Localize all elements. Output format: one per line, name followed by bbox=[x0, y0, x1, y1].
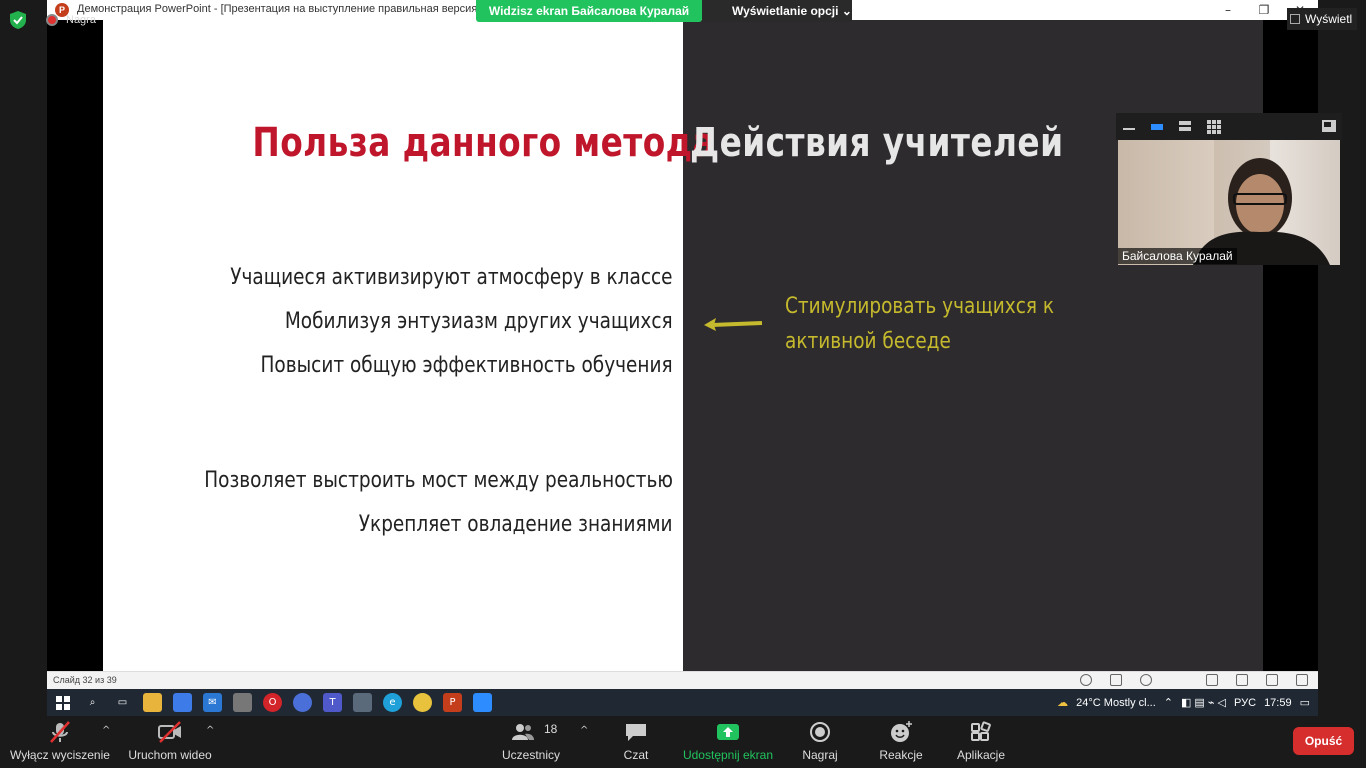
weather-icon: ☁ bbox=[1057, 697, 1069, 709]
grid-icon bbox=[1290, 14, 1300, 24]
normal-view-icon[interactable] bbox=[1206, 674, 1218, 686]
powerpoint-status-bar: Слайд 32 из 39 bbox=[47, 671, 1318, 689]
reactions-label: Reakcje bbox=[879, 748, 923, 762]
share-screen-button[interactable]: Udostępnij ekran bbox=[680, 716, 776, 768]
participant-name-label: Байсалова Куралай bbox=[1118, 248, 1237, 264]
participant-person-image bbox=[1193, 140, 1330, 265]
powerpoint-taskbar-icon[interactable]: P bbox=[443, 693, 462, 712]
notifications-icon[interactable]: ▭ bbox=[1300, 696, 1310, 709]
restore-icon[interactable]: ❐ bbox=[1246, 0, 1282, 20]
right-note-line: активной беседе bbox=[785, 329, 951, 354]
view-options-label: Wyświetlanie opcji bbox=[732, 4, 839, 18]
slide-title-right: Действия учителей bbox=[690, 120, 1064, 166]
recording-label: Nagra bbox=[66, 14, 96, 26]
opera-icon[interactable]: O bbox=[263, 693, 282, 712]
reading-view-icon[interactable] bbox=[1266, 674, 1278, 686]
strip-view-icon[interactable] bbox=[1179, 120, 1191, 132]
windows-taskbar: ⌕ ▭ ✉ O T e P ☁ 24°C Mostly cl... ⌃ ◧ ▤ … bbox=[47, 689, 1318, 716]
slide-bullet: Укрепляет овладение знаниями bbox=[359, 512, 673, 537]
apps-button[interactable]: Aplikacje bbox=[952, 716, 1010, 768]
slide-bullet: Повысит общую эффективность обучения bbox=[260, 353, 673, 378]
chat-label: Czat bbox=[623, 748, 649, 762]
chat-button[interactable]: Czat bbox=[614, 716, 658, 768]
chrome-icon[interactable] bbox=[413, 693, 432, 712]
clock[interactable]: 17:59 bbox=[1264, 697, 1292, 709]
viewing-screen-banner: Widzisz ekran Байсалова Куралай bbox=[476, 0, 702, 22]
slide-bullet: Мобилизуя энтузиазм других учащихся bbox=[285, 309, 673, 334]
participants-label: Uczestnicy bbox=[501, 748, 560, 762]
unmute-button[interactable]: Wyłącz wyciszenie bbox=[6, 716, 114, 768]
chevron-down-icon: ⌄ bbox=[841, 4, 852, 18]
chevron-up-icon[interactable]: ^ bbox=[206, 725, 214, 736]
slide-title-left: Польза данного метода bbox=[252, 120, 716, 166]
slideshow-icon[interactable] bbox=[1296, 674, 1308, 686]
participants-count: 18 bbox=[544, 722, 558, 736]
slide-bullet: Учащиеся активизируют атмосферу в классе bbox=[230, 265, 673, 290]
browser-icon[interactable] bbox=[293, 693, 312, 712]
slide-list-icon[interactable] bbox=[1110, 674, 1122, 686]
single-view-icon[interactable] bbox=[1151, 122, 1163, 131]
task-view-icon[interactable]: ▭ bbox=[113, 693, 132, 712]
participant-video[interactable] bbox=[1118, 140, 1340, 265]
slide-bullet: Позволяет выстроить мост между реальност… bbox=[204, 468, 673, 493]
right-note-line: Стимулировать учащихся к bbox=[785, 294, 1055, 319]
view-button[interactable]: Wyświetl bbox=[1287, 8, 1357, 30]
leave-meeting-button[interactable]: Opuść bbox=[1293, 727, 1354, 755]
start-video-button[interactable]: Uruchom wideo bbox=[122, 716, 218, 768]
mail-icon[interactable]: ✉ bbox=[203, 693, 222, 712]
chat-icon bbox=[626, 724, 646, 741]
calculator-icon[interactable] bbox=[353, 693, 372, 712]
windows-start-icon[interactable] bbox=[53, 693, 72, 712]
tray-up-icon[interactable]: ⌃ bbox=[1164, 696, 1173, 709]
view-options-dropdown[interactable]: Wyświetlanie opcji ⌄ bbox=[702, 0, 852, 22]
video-tile-toolbar bbox=[1116, 113, 1342, 140]
reactions-button[interactable]: Reakcje bbox=[874, 716, 928, 768]
share-screen-label: Udostępnij ekran bbox=[682, 748, 774, 762]
zoom-toolbar: Wyłącz wyciszenie ^ Uruchom wideo ^ 18 U… bbox=[0, 716, 1366, 768]
slide-sorter-icon[interactable] bbox=[1236, 674, 1248, 686]
popout-icon[interactable] bbox=[1322, 120, 1336, 132]
recording-indicator-icon bbox=[46, 14, 58, 26]
left-arrow-icon bbox=[704, 318, 763, 331]
powerpoint-window-title: Демонстрация PowerPoint - [Презентация н… bbox=[77, 3, 477, 15]
next-slide-icon[interactable] bbox=[1140, 674, 1152, 686]
start-video-label: Uruchom wideo bbox=[128, 748, 212, 762]
slide-left-panel bbox=[103, 20, 683, 671]
unmute-label: Wyłącz wyciszenie bbox=[10, 748, 110, 762]
search-icon[interactable]: ⌕ bbox=[83, 693, 102, 712]
minimize-video-icon[interactable] bbox=[1123, 123, 1135, 131]
zoom-taskbar-icon[interactable] bbox=[473, 693, 492, 712]
gallery-view-icon[interactable] bbox=[1207, 120, 1221, 134]
microphone-muted-icon bbox=[50, 721, 70, 743]
tray-icons[interactable]: ◧ ▤ ⌁ ◁ bbox=[1181, 696, 1226, 709]
slide-right-note: Стимулировать учащихся к активной беседе bbox=[785, 289, 1054, 359]
app-icon[interactable] bbox=[233, 693, 252, 712]
apps-label: Aplikacje bbox=[956, 748, 1006, 762]
view-button-label: Wyświetl bbox=[1305, 12, 1353, 26]
encryption-shield-icon[interactable] bbox=[9, 10, 27, 30]
file-explorer-icon[interactable] bbox=[143, 693, 162, 712]
record-label: Nagraj bbox=[802, 748, 838, 762]
edge-icon[interactable]: e bbox=[383, 693, 402, 712]
minimize-icon[interactable]: – bbox=[1210, 0, 1246, 20]
participants-icon bbox=[512, 724, 534, 740]
chevron-up-icon[interactable]: ^ bbox=[102, 725, 110, 736]
record-button[interactable]: Nagraj bbox=[796, 716, 844, 768]
slide-counter: Слайд 32 из 39 bbox=[53, 675, 117, 685]
video-camera-muted-icon bbox=[158, 721, 181, 743]
previous-slide-icon[interactable] bbox=[1080, 674, 1092, 686]
share-screen-icon bbox=[717, 724, 739, 740]
weather-text[interactable]: 24°C Mostly cl... bbox=[1076, 697, 1156, 709]
teams-icon[interactable]: T bbox=[323, 693, 342, 712]
language-indicator[interactable]: РУС bbox=[1234, 697, 1256, 709]
participants-button[interactable]: 18 Uczestnicy bbox=[498, 716, 564, 768]
record-icon bbox=[810, 722, 830, 742]
apps-icon bbox=[971, 721, 991, 741]
store-icon[interactable] bbox=[173, 693, 192, 712]
zoom-meeting-window: P Демонстрация PowerPoint - [Презентация… bbox=[0, 0, 1366, 768]
reactions-icon bbox=[891, 721, 912, 742]
chevron-up-icon[interactable]: ^ bbox=[580, 725, 588, 736]
